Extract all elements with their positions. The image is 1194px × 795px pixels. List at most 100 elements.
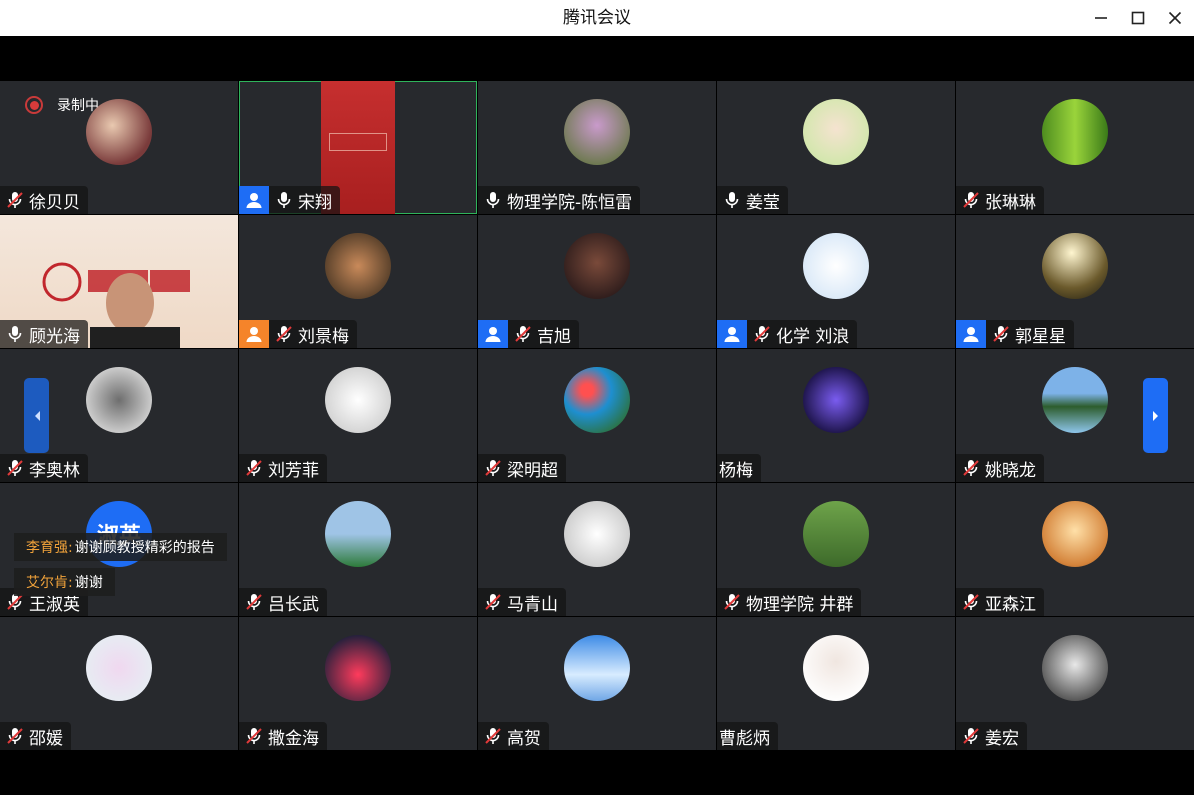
microphone-muted-icon [7, 728, 23, 744]
chevron-right-icon [1152, 410, 1158, 421]
participant-tile[interactable]: 姜宏 [956, 617, 1194, 750]
avatar [564, 501, 630, 567]
participant-tile[interactable]: 亚森江 [956, 483, 1194, 616]
participant-tile[interactable]: 张琳琳 [956, 81, 1194, 214]
participant-namebar: 物理学院-陈恒雷 [478, 186, 641, 214]
participant-tile[interactable]: 杨梅 [717, 349, 955, 482]
chevron-left-icon [34, 410, 40, 421]
chat-sender: 艾尔肯: [26, 575, 73, 591]
host-icon [963, 327, 979, 342]
participant-tile[interactable]: 顾光海 [0, 215, 238, 348]
participant-namebar: 梁明超 [478, 454, 566, 482]
microphone-muted-icon [485, 594, 501, 610]
participant-tile[interactable]: 梁明超 [478, 349, 716, 482]
next-page-button[interactable] [1143, 378, 1168, 453]
participant-tile[interactable]: 曹彪炳 [717, 617, 955, 750]
participant-name: 徐贝贝 [29, 192, 80, 213]
participant-namebar: 李奥林 [0, 454, 88, 482]
host-badge [239, 320, 269, 348]
maximize-icon [1131, 11, 1145, 25]
minimize-icon [1095, 17, 1107, 19]
participant-namebar: 高贺 [478, 722, 549, 750]
avatar [1042, 233, 1108, 299]
participant-name: 刘芳菲 [268, 460, 319, 481]
close-button[interactable] [1162, 6, 1188, 30]
participant-namebar: 刘景梅 [239, 320, 357, 348]
maximize-button[interactable] [1125, 6, 1151, 30]
participant-tile[interactable]: 宋翔 [239, 81, 477, 214]
microphone-muted-icon [7, 192, 23, 208]
microphone-muted-icon [963, 460, 979, 476]
participant-namebar: 姚晓龙 [956, 454, 1044, 482]
participant-tile[interactable]: 吉旭 [478, 215, 716, 348]
participant-tile[interactable]: 吕长武 [239, 483, 477, 616]
avatar [325, 233, 391, 299]
participant-tile[interactable]: 马青山 [478, 483, 716, 616]
participant-grid: 徐贝贝 宋翔 物理学院-陈恒雷 姜莹 张琳琳顾光海 刘景梅 吉旭 化学 刘浪 郭星星李奥林 刘芳菲… [0, 81, 1194, 751]
participant-tile[interactable]: 邵媛 [0, 617, 238, 750]
participant-name: 吉旭 [537, 326, 571, 347]
avatar [803, 501, 869, 567]
nameplate: 姜宏 [956, 722, 1027, 750]
participant-name: 姜莹 [746, 192, 780, 213]
mic-status [482, 725, 504, 747]
recording-indicator[interactable]: 录制中 [25, 95, 99, 115]
mic-status [4, 323, 26, 345]
participant-name: 刘景梅 [298, 326, 349, 347]
mic-status [4, 725, 26, 747]
participant-tile[interactable]: 郭星星 [956, 215, 1194, 348]
microphone-muted-icon [485, 460, 501, 476]
participant-tile[interactable]: 刘景梅 [239, 215, 477, 348]
participant-tile[interactable]: 高贺 [478, 617, 716, 750]
mic-status [273, 323, 295, 345]
participant-name: 撒金海 [268, 728, 319, 749]
host-badge [239, 186, 269, 214]
nameplate: 张琳琳 [956, 186, 1044, 214]
participant-tile[interactable]: 化学 刘浪 [717, 215, 955, 348]
avatar [564, 99, 630, 165]
mic-status [960, 457, 982, 479]
microphone-muted-icon [246, 728, 262, 744]
participant-name: 宋翔 [298, 192, 332, 213]
participant-namebar: 张琳琳 [956, 186, 1044, 214]
microphone-muted-icon [963, 192, 979, 208]
participant-tile[interactable]: 撒金海 [239, 617, 477, 750]
mic-status [4, 189, 26, 211]
participant-tile[interactable]: 物理学院 井群 [717, 483, 955, 616]
participant-name: 杨梅 [719, 460, 753, 481]
participant-namebar: 姜宏 [956, 722, 1027, 750]
prev-page-button[interactable] [24, 378, 49, 453]
participant-name: 李奥林 [29, 460, 80, 481]
avatar [1042, 635, 1108, 701]
nameplate: 撒金海 [239, 722, 327, 750]
participant-tile[interactable]: 姜莹 [717, 81, 955, 214]
chat-text: 谢谢 [74, 575, 103, 591]
nameplate: 曹彪炳 [717, 722, 778, 750]
participant-namebar: 郭星星 [956, 320, 1074, 348]
participant-namebar: 邵媛 [0, 722, 71, 750]
nameplate: 李奥林 [0, 454, 88, 482]
microphone-muted-icon [7, 460, 23, 476]
avatar [325, 501, 391, 567]
participant-namebar: 亚森江 [956, 588, 1044, 616]
participant-name: 马青山 [507, 594, 558, 615]
microphone-muted-icon [754, 326, 770, 342]
avatar [564, 367, 630, 433]
minimize-button[interactable] [1088, 6, 1114, 30]
chat-message: 艾尔肯: 谢谢 [14, 568, 115, 596]
host-badge [956, 320, 986, 348]
avatar [564, 635, 630, 701]
participant-namebar: 物理学院 井群 [717, 588, 862, 616]
microphone-muted-icon [246, 460, 262, 476]
participant-tile[interactable]: 刘芳菲 [239, 349, 477, 482]
chat-text: 谢谢顾教授精彩的报告 [74, 540, 215, 556]
participant-namebar: 姜莹 [717, 186, 788, 214]
participant-tile[interactable]: 物理学院-陈恒雷 [478, 81, 716, 214]
avatar [803, 367, 869, 433]
nameplate: 高贺 [478, 722, 549, 750]
participant-name: 张琳琳 [985, 192, 1036, 213]
title-bar: 腾讯会议 [0, 0, 1194, 36]
microphone-icon [277, 192, 291, 208]
participant-name: 吕长武 [268, 594, 319, 615]
participant-namebar: 吉旭 [478, 320, 579, 348]
